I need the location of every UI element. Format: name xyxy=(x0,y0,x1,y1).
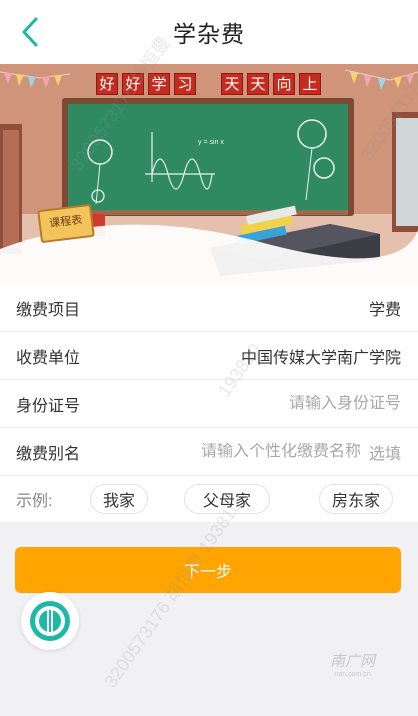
payee-label: 收费单位 xyxy=(16,349,81,367)
example-chip-landlord-home[interactable]: 房东家 xyxy=(319,484,393,514)
bank-logo-icon xyxy=(30,601,70,641)
slogan-char: 习 xyxy=(174,73,196,95)
slogan-char: 上 xyxy=(299,73,321,95)
example-chip-my-home[interactable]: 我家 xyxy=(90,484,148,514)
examples-label: 示例: xyxy=(16,493,53,510)
fee-item-row[interactable]: 缴费项目 学费 xyxy=(0,284,418,332)
payment-form: 缴费项目 学费 收费单位 中国传媒大学南广学院 身份证号 缴费别名 选填 示例:… xyxy=(0,284,418,522)
page-title: 学杂费 xyxy=(173,21,245,47)
classroom-banner: y = sin x 好 好 学 习 天 天 向 上 课程表 xyxy=(0,64,418,284)
slogan-char: 学 xyxy=(148,73,170,95)
svg-text:y = sin x: y = sin x xyxy=(198,139,224,146)
watermark-text: 3200573176 胡恒豊 193810 xyxy=(100,496,246,692)
alias-input[interactable] xyxy=(145,442,361,461)
slogan-char: 好 xyxy=(96,73,118,95)
classroom-illustration: y = sin x xyxy=(0,64,418,284)
examples-row: 示例: 我家 父母家 房东家 xyxy=(0,476,418,522)
example-chip-parents-home[interactable]: 父母家 xyxy=(184,484,270,514)
fee-item-label: 缴费项目 xyxy=(16,301,81,319)
payee-value: 中国传媒大学南广学院 xyxy=(240,349,401,367)
id-number-row: 身份证号 xyxy=(0,380,418,428)
chevron-left-icon xyxy=(22,17,38,47)
alias-row: 缴费别名 选填 xyxy=(0,428,418,476)
site-logo: 南广网 nan.com.cn xyxy=(330,650,375,678)
id-number-label: 身份证号 xyxy=(16,397,81,415)
site-logo-main: 南广网 xyxy=(330,653,376,670)
alias-optional-hint: 选填 xyxy=(368,445,401,463)
slogan-left: 好 好 学 习 xyxy=(96,73,196,95)
back-button[interactable] xyxy=(10,12,50,52)
payee-row: 收费单位 中国传媒大学南广学院 xyxy=(0,332,418,380)
slogan-char: 天 xyxy=(221,73,243,95)
next-step-button[interactable]: 下一步 xyxy=(15,547,401,593)
alias-label: 缴费别名 xyxy=(16,445,81,463)
site-logo-sub: nan.com.cn xyxy=(334,671,371,678)
slogan-char: 好 xyxy=(122,73,144,95)
slogan-char: 向 xyxy=(273,73,295,95)
fee-item-value: 学费 xyxy=(368,301,401,319)
bank-logo-button[interactable] xyxy=(21,592,79,650)
slogan-right: 天 天 向 上 xyxy=(221,73,321,95)
id-number-input[interactable] xyxy=(171,394,401,413)
schedule-sign: 课程表 xyxy=(37,203,95,244)
top-bar: 学杂费 xyxy=(0,0,418,64)
slogan-char: 天 xyxy=(247,73,269,95)
